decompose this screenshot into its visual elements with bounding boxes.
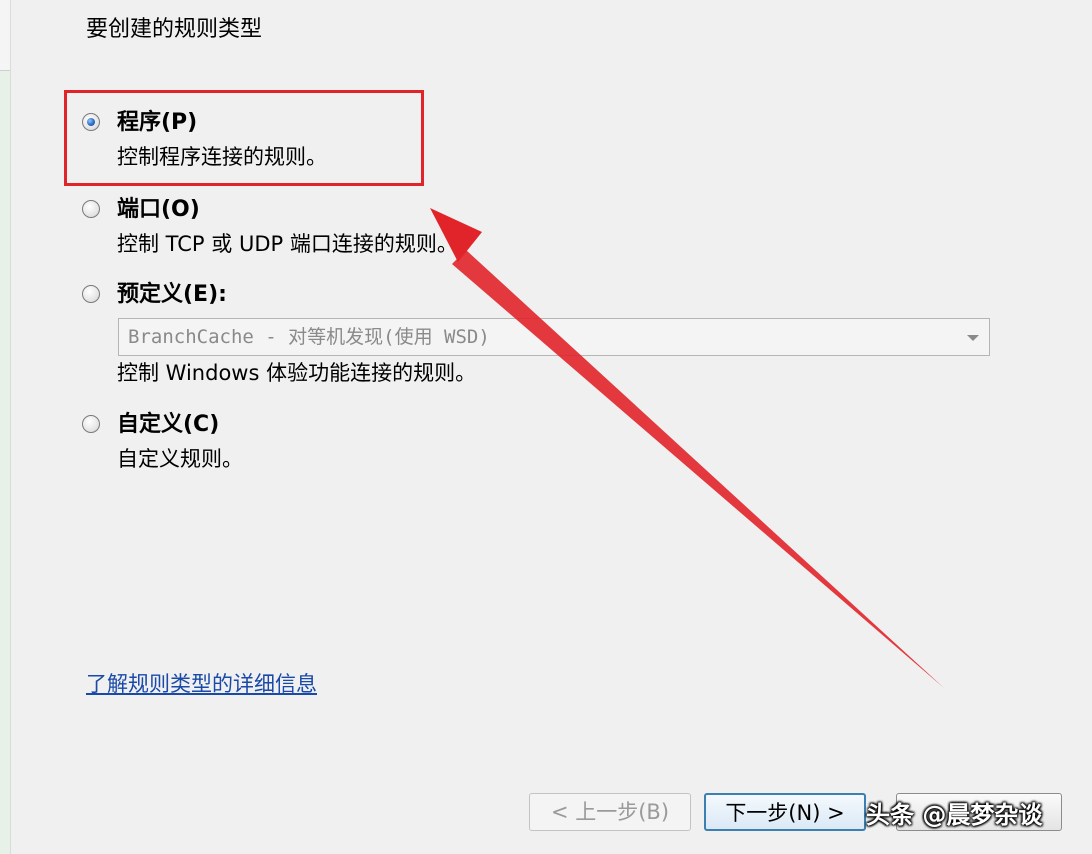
option-custom-label[interactable]: 自定义(C) xyxy=(117,410,219,440)
learn-rule-types-link[interactable]: 了解规则类型的详细信息 xyxy=(86,669,317,699)
annotation-highlight-box xyxy=(64,90,424,186)
next-button[interactable]: 下一步(N) > xyxy=(704,793,866,831)
radio-unselected-icon[interactable] xyxy=(82,415,100,433)
watermark-text: 头条 @晨梦杂谈 xyxy=(866,801,1043,829)
radio-unselected-icon[interactable] xyxy=(82,285,100,303)
chevron-down-icon[interactable] xyxy=(967,335,979,341)
predefined-select[interactable]: BranchCache - 对等机发现(使用 WSD) xyxy=(118,318,990,356)
option-custom-description: 自定义规则。 xyxy=(117,447,243,471)
option-predefined-label[interactable]: 预定义(E): xyxy=(117,280,227,310)
radio-unselected-icon[interactable] xyxy=(82,200,100,218)
predefined-select-value: BranchCache - 对等机发现(使用 WSD) xyxy=(128,326,490,348)
section-title: 要创建的规则类型 xyxy=(86,17,263,42)
option-port-label[interactable]: 端口(O) xyxy=(117,195,200,225)
back-button[interactable]: < 上一步(B) xyxy=(529,793,691,831)
option-predefined-description: 控制 Windows 体验功能连接的规则。 xyxy=(117,361,477,385)
left-panel-notch xyxy=(0,0,10,71)
left-panel-edge xyxy=(0,0,11,854)
option-port-description: 控制 TCP 或 UDP 端口连接的规则。 xyxy=(117,232,458,256)
